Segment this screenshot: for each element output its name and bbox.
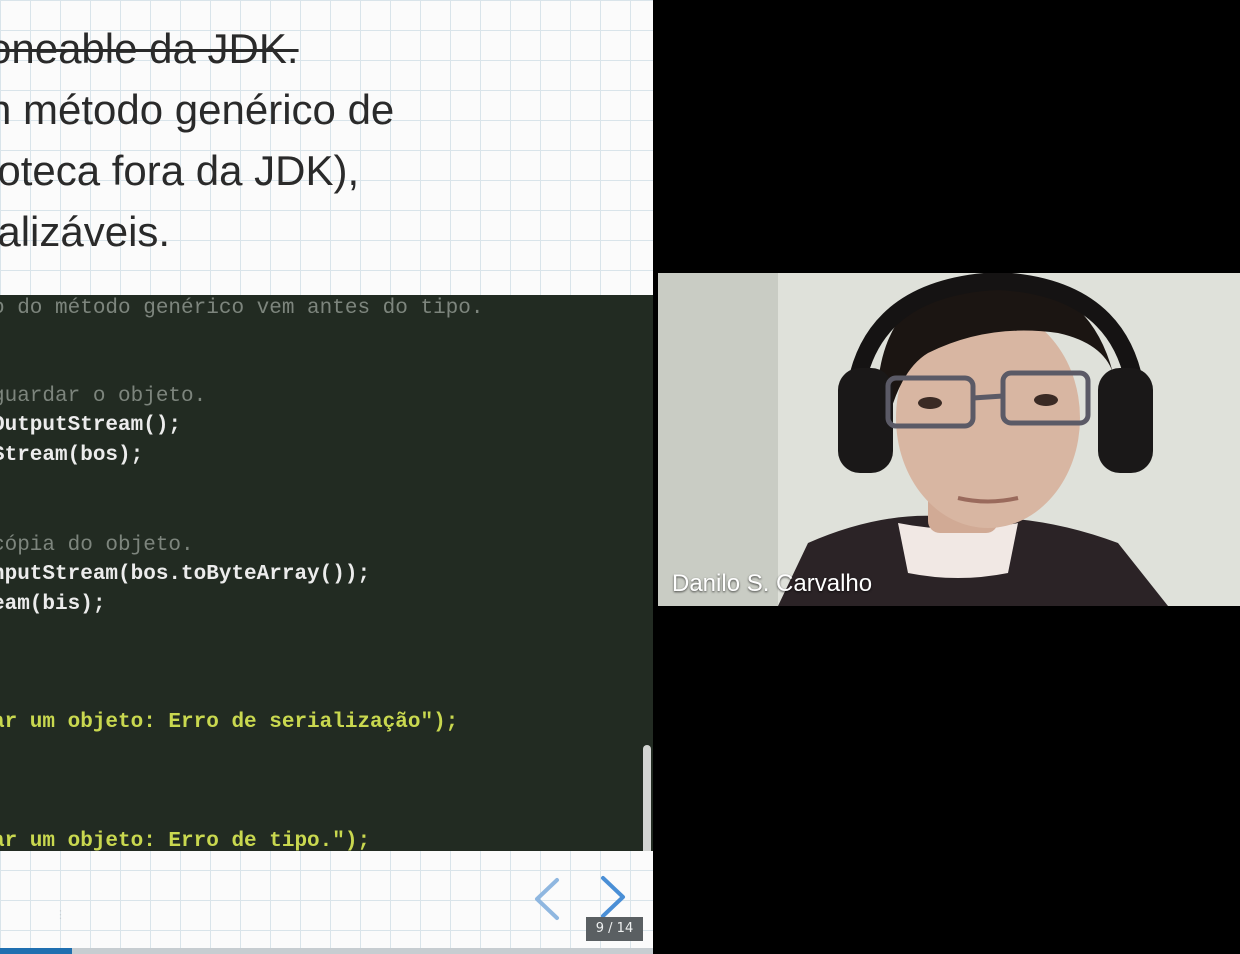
- headphone-left-shape: [838, 368, 893, 473]
- presentation-slide: oneable da JDK. n método genérico de iotec…: [0, 0, 653, 954]
- code-line: o do método genérico vem antes do tipo.: [0, 297, 484, 320]
- slide-text-line: oneable da JDK.: [0, 25, 299, 72]
- headphone-right-shape: [1098, 368, 1153, 473]
- participant-video: Danilo S. Carvalho: [658, 273, 1240, 606]
- code-line: eam(bis);: [0, 593, 106, 616]
- slide-text-block: oneable da JDK. n método genérico de iotec…: [0, 22, 640, 266]
- chevron-right-icon[interactable]: [593, 874, 633, 920]
- slide-progress-fill: [0, 948, 72, 954]
- code-line: Stream(bos);: [0, 444, 144, 467]
- slide-progress-bar[interactable]: [0, 948, 653, 954]
- code-line: nputStream(bos.toByteArray());: [0, 563, 371, 586]
- chevron-left-icon[interactable]: [527, 876, 567, 922]
- code-block: o do método genérico vem antes do tipo. …: [0, 295, 653, 851]
- code-scrollbar[interactable]: [643, 745, 651, 851]
- code-line: ar um objeto: Erro de tipo.");: [0, 830, 371, 851]
- slide-text-line: n método genérico de: [0, 86, 395, 133]
- participant-video-frame: [658, 273, 1240, 606]
- code-line: cópia do objeto.: [0, 534, 194, 557]
- pane-divider: [653, 0, 657, 954]
- code-line: OutputStream();: [0, 414, 182, 437]
- code-line: ar um objeto: Erro de serialização");: [0, 711, 459, 734]
- faint-slide-controls: ⋮: [55, 908, 66, 921]
- participant-name: Danilo S. Carvalho: [672, 570, 873, 597]
- slide-text-line: ioteca fora da JDK),: [0, 147, 360, 194]
- code-line: guardar o objeto.: [0, 385, 207, 408]
- slide-text-line: ializáveis.: [0, 208, 171, 255]
- page-counter: 9 / 14: [586, 917, 643, 941]
